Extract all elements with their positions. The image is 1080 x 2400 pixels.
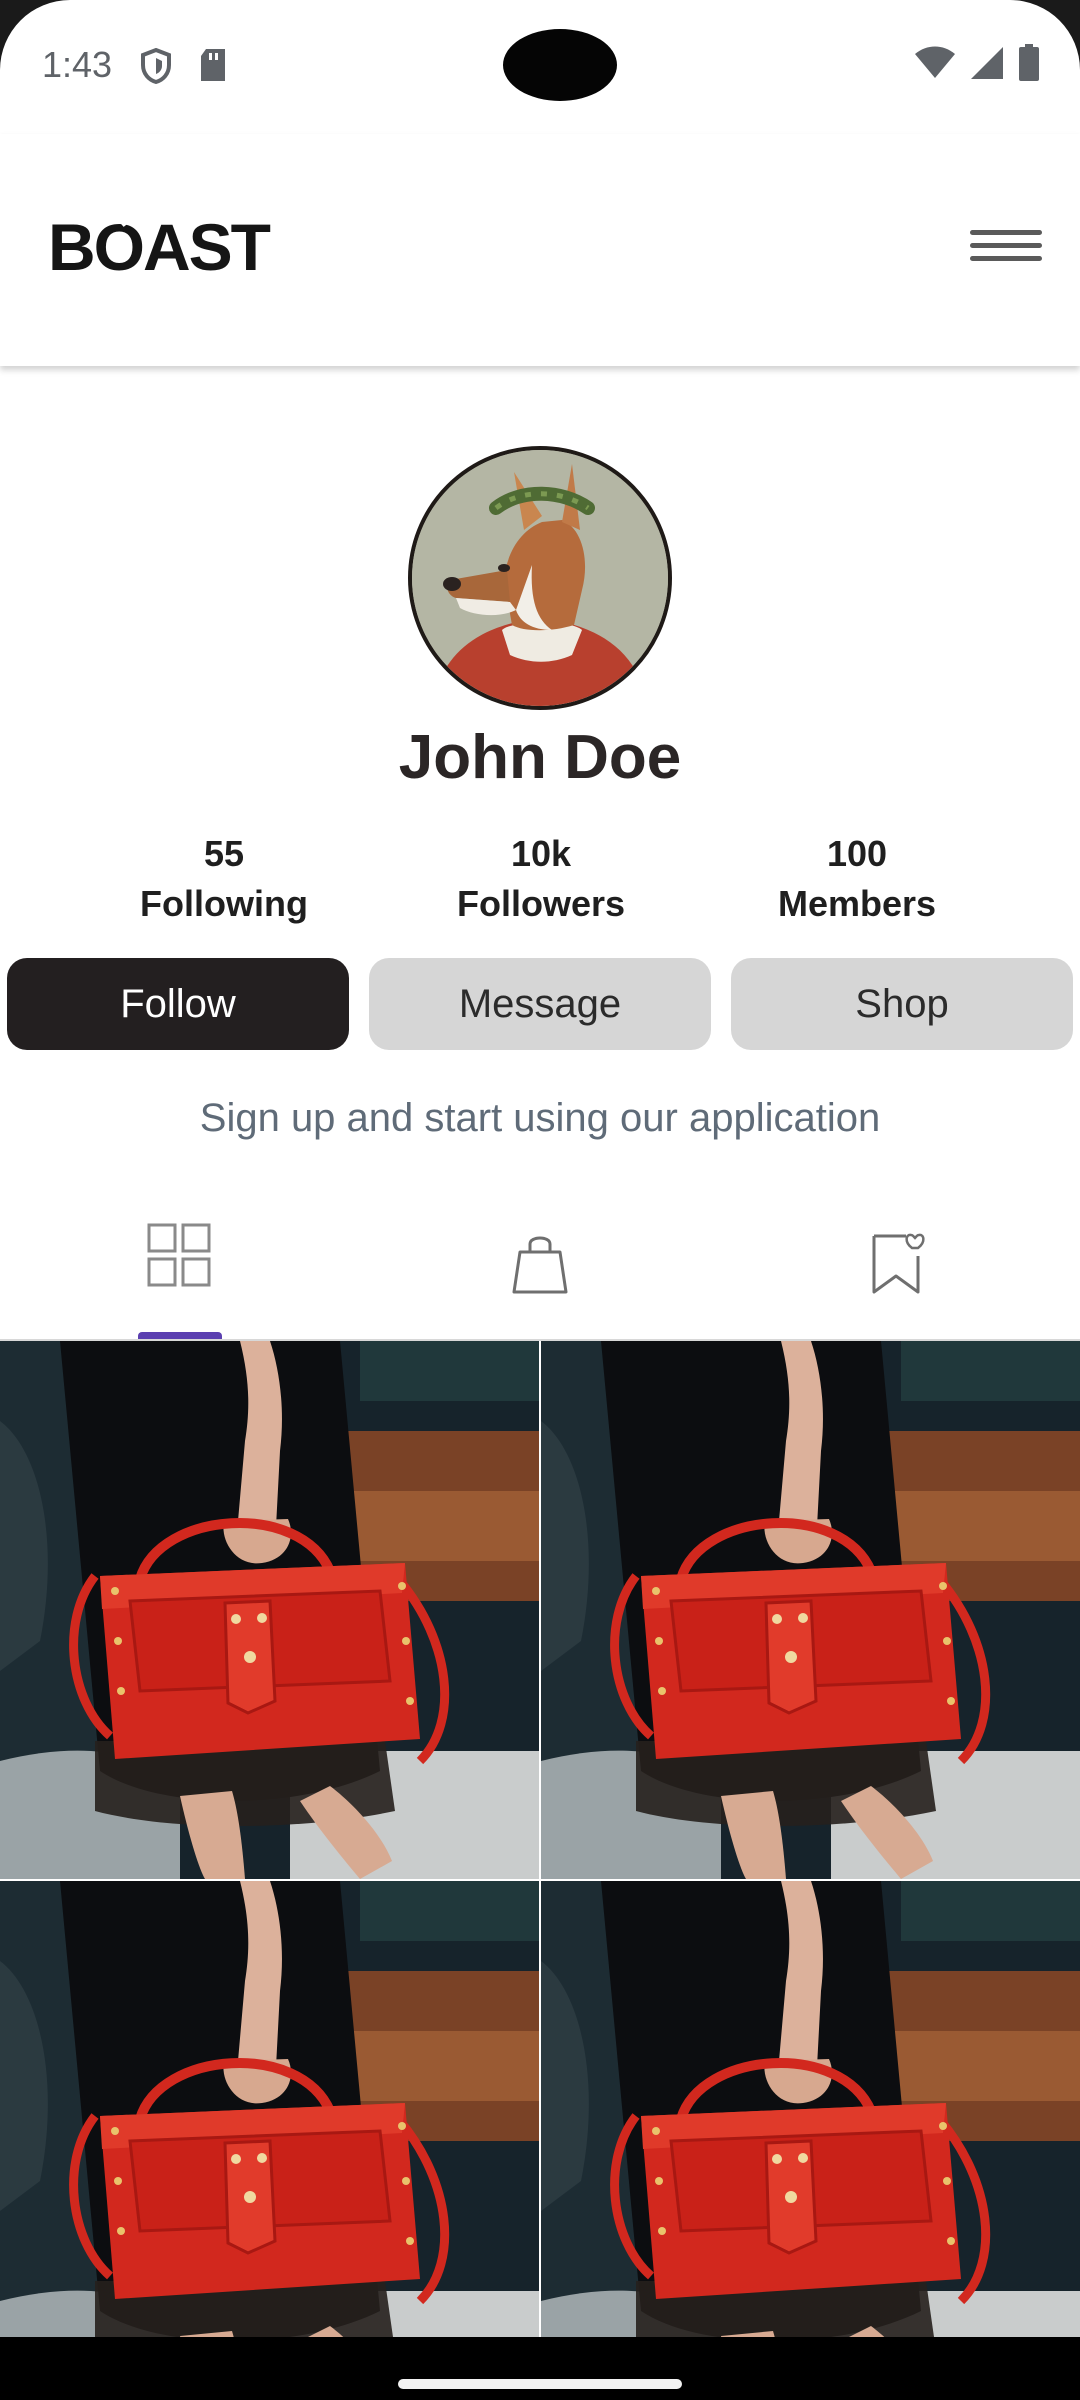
profile-name: John Doe xyxy=(398,723,682,792)
red-handbag-photo xyxy=(0,1881,539,2400)
profile-tabs xyxy=(0,1200,1080,1340)
boast-logo: BOAST xyxy=(48,210,360,284)
tab-shop[interactable] xyxy=(360,1200,720,1340)
tab-grid[interactable] xyxy=(0,1200,360,1340)
stat-label: Followers xyxy=(456,883,626,924)
grid-icon xyxy=(147,1223,211,1287)
tab-saved[interactable] xyxy=(720,1200,1080,1340)
wifi-icon xyxy=(914,46,956,85)
profile-screen: 1:43 BOAST John Doe 55 Following 10k Fol… xyxy=(0,0,1080,2400)
home-indicator[interactable] xyxy=(398,2379,682,2389)
sd-card-icon xyxy=(198,48,228,87)
svg-text:BOAST: BOAST xyxy=(48,216,271,276)
shield-icon xyxy=(140,47,172,89)
status-icons xyxy=(914,44,1040,87)
signal-icon xyxy=(970,46,1004,85)
bookmark-heart-icon xyxy=(872,1233,925,1294)
shopping-bag-icon xyxy=(512,1236,568,1294)
post-thumbnail[interactable] xyxy=(0,1341,539,1879)
app-header: BOAST xyxy=(0,134,1080,366)
avatar xyxy=(408,446,672,710)
red-handbag-photo xyxy=(0,1341,539,1879)
stat-label: Following xyxy=(140,883,308,924)
follow-button[interactable]: Follow xyxy=(7,958,349,1050)
hamburger-menu-icon[interactable] xyxy=(970,230,1042,274)
stat-followers[interactable]: 10k Followers xyxy=(391,830,691,930)
gesture-nav-area xyxy=(0,2337,1080,2400)
post-thumbnail[interactable] xyxy=(541,1881,1080,2400)
status-bar: 1:43 xyxy=(0,0,1080,134)
message-button[interactable]: Message xyxy=(369,958,711,1050)
post-thumbnail[interactable] xyxy=(541,1341,1080,1879)
stat-label: Members xyxy=(777,883,937,924)
stat-members[interactable]: 100 Members xyxy=(707,830,1007,930)
stat-value: 55 xyxy=(203,833,245,874)
red-handbag-photo xyxy=(541,1341,1080,1879)
status-time: 1:43 xyxy=(42,44,113,85)
battery-icon xyxy=(1018,44,1040,87)
shop-button[interactable]: Shop xyxy=(731,958,1073,1050)
post-thumbnail[interactable] xyxy=(0,1881,539,2400)
signup-tagline: Sign up and start using our application xyxy=(199,1096,881,1140)
stat-following[interactable]: 55 Following xyxy=(74,830,374,930)
front-camera xyxy=(503,29,617,101)
stat-value: 100 xyxy=(826,833,888,874)
stat-value: 10k xyxy=(510,833,572,874)
post-grid xyxy=(0,1341,1080,2400)
red-handbag-photo xyxy=(541,1881,1080,2400)
